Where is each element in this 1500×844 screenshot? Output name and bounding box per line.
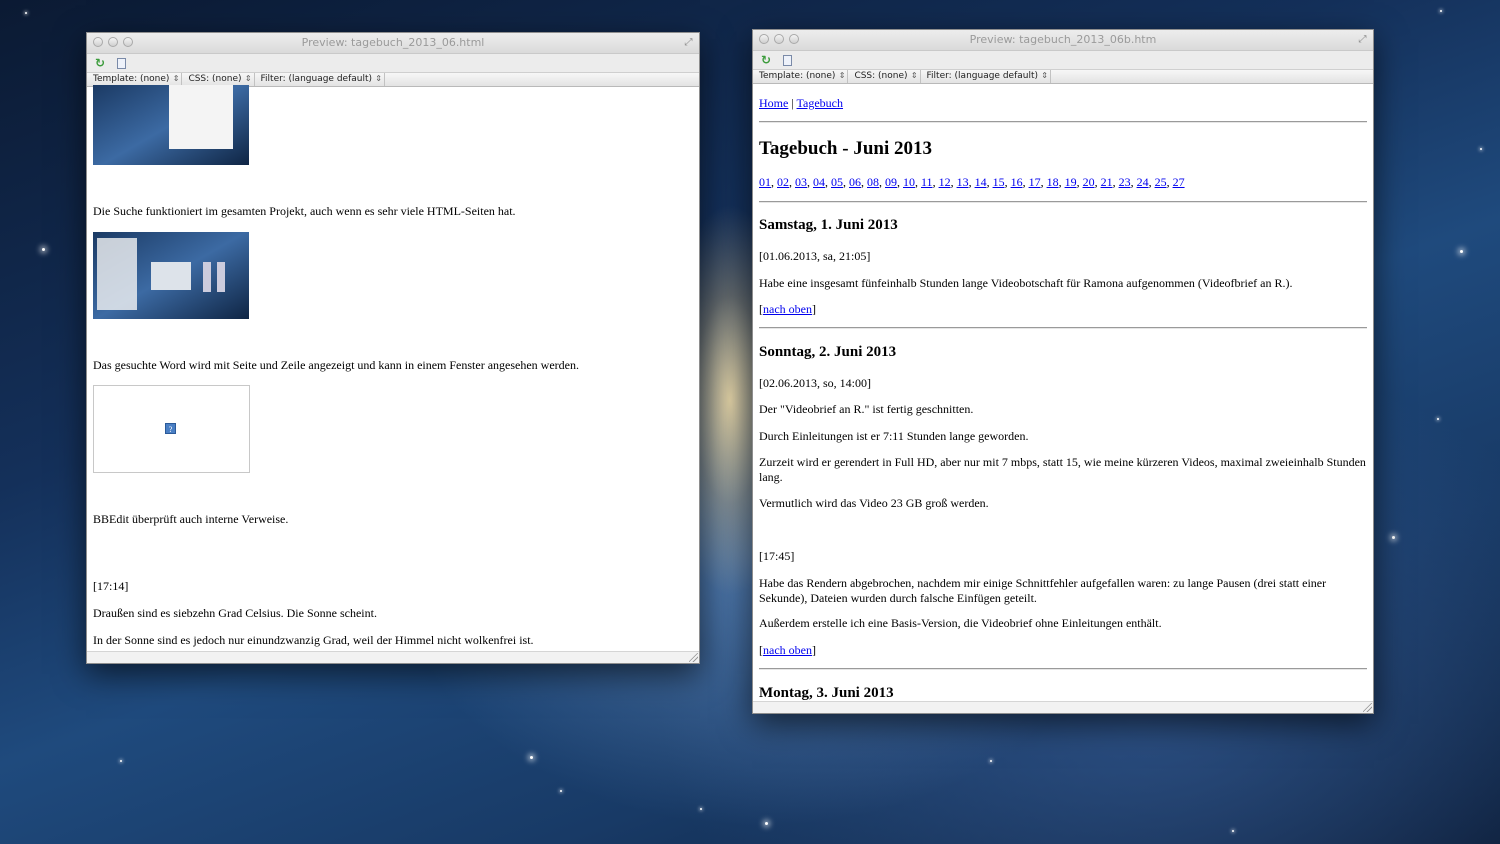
day-link[interactable]: 21 [1101, 175, 1113, 189]
time-stamp: [17:45] [759, 549, 795, 563]
left-preview-content: Die Suche funktioniert im gesamten Proje… [87, 85, 699, 651]
day-link[interactable]: 14 [975, 175, 987, 189]
entry-text: Durch Einleitungen ist er 7:11 Stunden l… [759, 429, 1029, 443]
screenshot-thumbnail [93, 85, 249, 165]
fullscreen-icon[interactable]: ⤢ [1357, 34, 1368, 45]
divider [759, 201, 1367, 203]
time-stamp: [17:14] [93, 579, 129, 593]
day-link[interactable]: 08 [867, 175, 879, 189]
fullscreen-icon[interactable]: ⤢ [683, 37, 694, 48]
day-link[interactable]: 06 [849, 175, 861, 189]
day-link[interactable]: 15 [993, 175, 1005, 189]
horizontal-scrollbar[interactable] [87, 651, 699, 663]
paragraph: Die Suche funktioniert im gesamten Proje… [93, 204, 516, 218]
paragraph: BBEdit überprüft auch interne Verweise. [93, 512, 289, 526]
screenshot-thumbnail [93, 232, 249, 319]
day-link[interactable]: 09 [885, 175, 897, 189]
paragraph: In der Sonne sind es jedoch nur einundzw… [93, 633, 534, 647]
divider [759, 668, 1367, 670]
entry-text: Habe eine insgesamt fünfeinhalb Stunden … [759, 276, 1293, 290]
divider [759, 327, 1367, 329]
right-toolbar: ↻ [753, 51, 1373, 70]
day-link[interactable]: 01 [759, 175, 771, 189]
day-link[interactable]: 12 [939, 175, 951, 189]
broken-image: ? [93, 385, 250, 473]
day-links: 01, 02, 03, 04, 05, 06, 08, 09, 10, 11, … [759, 175, 1367, 190]
day-link[interactable]: 13 [957, 175, 969, 189]
refresh-icon[interactable]: ↻ [93, 56, 107, 70]
day-link[interactable]: 10 [903, 175, 915, 189]
back-to-top-link[interactable]: nach oben [763, 643, 812, 657]
document-icon[interactable] [114, 56, 128, 70]
day-link[interactable]: 24 [1137, 175, 1149, 189]
day-link[interactable]: 11 [921, 175, 933, 189]
day-link[interactable]: 04 [813, 175, 825, 189]
day-link[interactable]: 20 [1083, 175, 1095, 189]
back-to-top: [nach oben] [759, 302, 816, 316]
day-link[interactable]: 05 [831, 175, 843, 189]
tagebuch-link[interactable]: Tagebuch [797, 96, 843, 110]
day-link[interactable]: 19 [1065, 175, 1077, 189]
day-link[interactable]: 27 [1173, 175, 1185, 189]
window-title: Preview: tagebuch_2013_06.html [301, 36, 485, 49]
breadcrumb: Home | Tagebuch [759, 96, 1367, 111]
right-preview-content: Home | Tagebuch Tagebuch - Juni 2013 01,… [753, 82, 1373, 701]
day-link[interactable]: 18 [1047, 175, 1059, 189]
entry-title: Sonntag, 2. Juni 2013 [759, 344, 897, 360]
left-toolbar: ↻ [87, 54, 699, 73]
resize-grip-icon[interactable] [1363, 703, 1372, 712]
back-to-top: [nach oben] [759, 643, 816, 657]
document-icon[interactable] [780, 53, 794, 67]
right-preview-window: Preview: tagebuch_2013_06b.htm ⤢ ↻ Templ… [752, 29, 1374, 714]
entry-text: Habe das Rendern abgebrochen, nachdem mi… [759, 576, 1327, 605]
entry-text: Außerdem erstelle ich eine Basis-Version… [759, 616, 1162, 630]
broken-image-icon: ? [165, 423, 176, 434]
right-titlebar[interactable]: Preview: tagebuch_2013_06b.htm ⤢ [753, 30, 1373, 51]
window-title: Preview: tagebuch_2013_06b.htm [969, 33, 1157, 46]
page-title: Tagebuch - Juni 2013 [759, 138, 932, 159]
day-link[interactable]: 03 [795, 175, 807, 189]
horizontal-scrollbar[interactable] [753, 701, 1373, 713]
day-link[interactable]: 25 [1155, 175, 1167, 189]
divider [759, 121, 1367, 123]
entry-title: Montag, 3. Juni 2013 [759, 685, 894, 701]
paragraph: Draußen sind es siebzehn Grad Celsius. D… [93, 606, 377, 620]
refresh-icon[interactable]: ↻ [759, 53, 773, 67]
entry-timestamp: [02.06.2013, so, 14:00] [759, 376, 871, 390]
day-link[interactable]: 16 [1011, 175, 1023, 189]
entry-title: Samstag, 1. Juni 2013 [759, 217, 898, 233]
resize-grip-icon[interactable] [689, 653, 698, 662]
home-link[interactable]: Home [759, 96, 788, 110]
left-titlebar[interactable]: Preview: tagebuch_2013_06.html ⤢ [87, 33, 699, 54]
paragraph: Das gesuchte Word wird mit Seite und Zei… [93, 358, 579, 372]
entry-text: Der "Videobrief an R." ist fertig geschn… [759, 402, 974, 416]
entry-timestamp: [01.06.2013, sa, 21:05] [759, 249, 871, 263]
back-to-top-link[interactable]: nach oben [763, 302, 812, 316]
day-link[interactable]: 02 [777, 175, 789, 189]
day-link[interactable]: 23 [1119, 175, 1131, 189]
entry-text: Zurzeit wird er gerendert in Full HD, ab… [759, 455, 1366, 484]
breadcrumb-separator: | [791, 96, 794, 110]
left-preview-window: Preview: tagebuch_2013_06.html ⤢ ↻ Templ… [86, 32, 700, 664]
day-link[interactable]: 17 [1029, 175, 1041, 189]
entry-text: Vermutlich wird das Video 23 GB groß wer… [759, 496, 989, 510]
